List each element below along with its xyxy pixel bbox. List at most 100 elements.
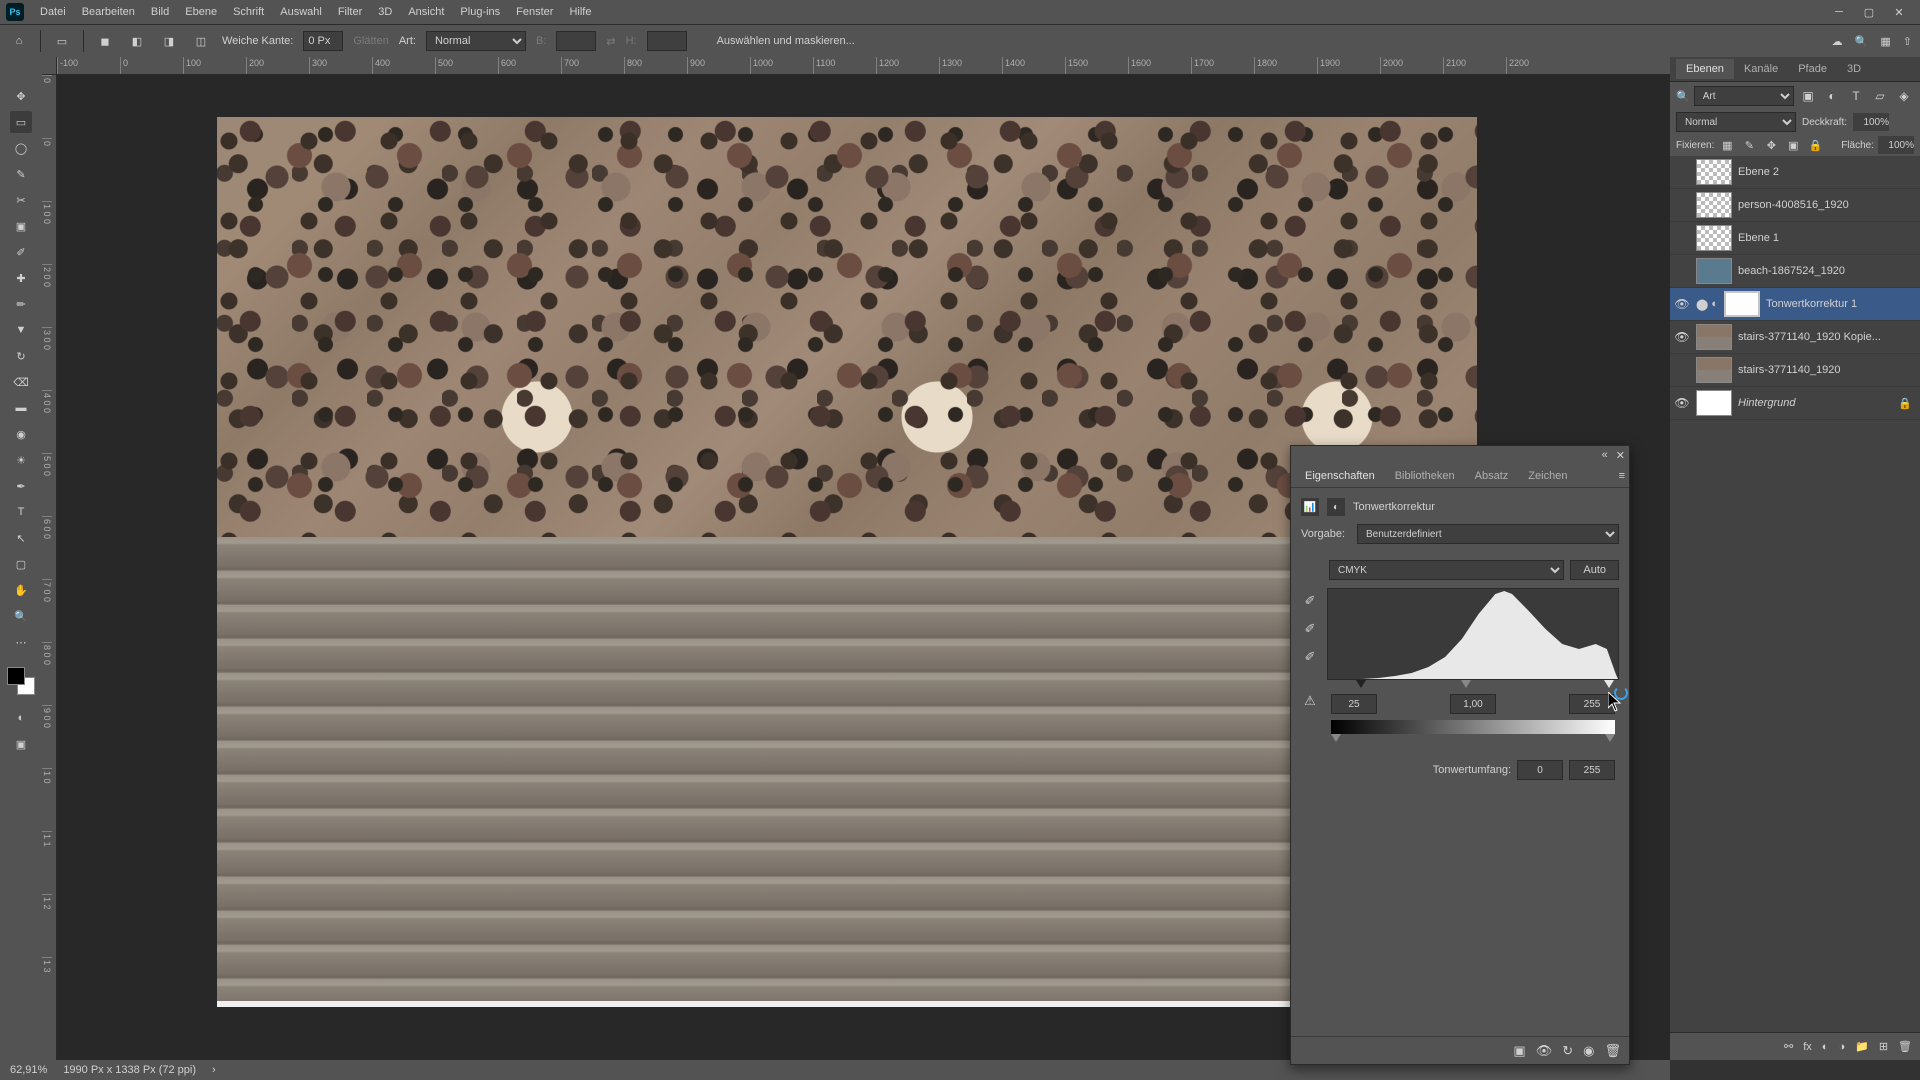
dodge-tool[interactable]: ☀ [10,449,32,471]
close-panel-icon[interactable]: ✕ [1616,449,1625,462]
feather-input[interactable] [303,31,343,51]
collapse-icon[interactable]: « [1602,449,1608,461]
layer-name[interactable]: beach-1867524_1920 [1738,265,1916,277]
marquee-tool-icon[interactable]: ▭ [51,30,73,52]
menu-bearbeiten[interactable]: Bearbeiten [74,6,143,18]
delete-layer-icon[interactable]: 🗑 [1898,1040,1912,1053]
layer-row[interactable]: Ebene 1 [1670,222,1920,255]
eyedropper-tool[interactable]: ✐ [10,241,32,263]
menu-plugins[interactable]: Plug-ins [452,6,508,18]
visibility-toggle[interactable] [1674,230,1690,246]
input-gamma-field[interactable] [1450,694,1496,714]
window-close-icon[interactable]: ✕ [1884,0,1914,24]
tab-absatz[interactable]: Absatz [1465,466,1519,486]
output-black-slider[interactable] [1331,734,1341,742]
frame-tool[interactable]: ▣ [10,215,32,237]
path-select-tool[interactable]: ↖ [10,527,32,549]
tab-eigenschaften[interactable]: Eigenschaften [1295,466,1385,486]
cloud-icon[interactable]: ☁ [1832,35,1843,48]
screenmode-icon[interactable]: ▣ [10,733,32,755]
delete-adjustment-icon[interactable]: 🗑 [1604,1043,1621,1059]
filter-smart-icon[interactable]: ◈ [1894,86,1914,106]
input-black-field[interactable] [1331,694,1377,714]
visibility-toggle[interactable] [1674,362,1690,378]
visibility-toggle[interactable]: 👁 [1674,395,1690,411]
layer-row[interactable]: beach-1867524_1920 [1670,255,1920,288]
layer-row[interactable]: 👁 stairs-3771140_1920 Kopie... [1670,321,1920,354]
layer-mask-icon[interactable]: ◐ [1822,1041,1829,1053]
gradient-tool[interactable]: ▬ [10,397,32,419]
output-black-field[interactable] [1517,760,1563,780]
layer-filter-select[interactable]: Art [1694,86,1794,106]
crop-tool[interactable]: ✂ [10,189,32,211]
layer-thumb[interactable] [1696,225,1732,251]
search-icon[interactable]: 🔍 [1855,35,1869,48]
ruler-vertical[interactable]: 001 0 02 0 03 0 04 0 05 0 06 0 07 0 08 0… [42,75,57,1060]
layer-name[interactable]: Ebene 2 [1738,166,1916,178]
selection-new-icon[interactable]: ◼ [94,30,116,52]
output-white-slider[interactable] [1605,734,1615,742]
input-sliders[interactable] [1327,680,1619,694]
menu-ansicht[interactable]: Ansicht [400,6,452,18]
menu-hilfe[interactable]: Hilfe [561,6,599,18]
preset-select[interactable]: Benutzerdefiniert [1357,524,1619,544]
lock-transparency-icon[interactable]: ▦ [1718,136,1736,154]
filter-shape-icon[interactable]: ▱ [1870,86,1890,106]
black-eyedropper-icon[interactable]: ✐ [1301,592,1319,610]
healing-tool[interactable]: ✚ [10,267,32,289]
pen-tool[interactable]: ✒ [10,475,32,497]
properties-panel[interactable]: « ✕ Eigenschaften Bibliotheken Absatz Ze… [1290,445,1630,1065]
layer-thumb[interactable] [1696,159,1732,185]
layer-name[interactable]: stairs-3771140_1920 Kopie... [1738,331,1916,343]
visibility-toggle[interactable] [1674,164,1690,180]
black-point-slider[interactable] [1356,680,1366,688]
layer-thumb[interactable] [1696,258,1732,284]
input-white-field[interactable] [1569,694,1615,714]
edit-toolbar[interactable]: ⋯ [10,631,32,653]
style-select[interactable]: Normal [426,31,526,51]
tab-zeichen[interactable]: Zeichen [1518,466,1577,486]
move-tool[interactable]: ✥ [10,85,32,107]
selection-subtract-icon[interactable]: ◨ [158,30,180,52]
lock-position-icon[interactable]: ✥ [1762,136,1780,154]
layer-mask-thumb[interactable] [1724,291,1760,317]
visibility-toggle[interactable]: 👁 [1674,296,1690,312]
gray-eyedropper-icon[interactable]: ✐ [1301,620,1319,638]
brush-tool[interactable]: ✏ [10,293,32,315]
marquee-tool[interactable]: ▭ [10,111,32,133]
visibility-toggle[interactable] [1674,197,1690,213]
auto-button[interactable]: Auto [1570,560,1619,580]
menu-auswahl[interactable]: Auswahl [272,6,330,18]
fill-input[interactable] [1878,136,1914,154]
foreground-color[interactable] [7,667,25,685]
layer-row[interactable]: stairs-3771140_1920 [1670,354,1920,387]
mask-adj-icon[interactable]: ◐ [1327,498,1345,516]
doc-info[interactable]: 1990 Px x 1338 Px (72 ppi) [63,1064,196,1076]
visibility-toggle[interactable]: 👁 [1674,329,1690,345]
calc-warn-icon[interactable]: ⚠ [1301,692,1319,710]
filter-adjust-icon[interactable]: ◐ [1822,86,1842,106]
stamp-tool[interactable]: ▼ [10,319,32,341]
quickmask-icon[interactable]: ◐ [10,707,32,729]
workspace-icon[interactable]: ▦ [1880,35,1890,48]
tab-ebenen[interactable]: Ebenen [1676,59,1734,79]
white-eyedropper-icon[interactable]: ✐ [1301,648,1319,666]
selection-add-icon[interactable]: ◧ [126,30,148,52]
layer-style-icon[interactable]: fx [1803,1041,1812,1053]
home-icon[interactable]: ⌂ [8,30,30,52]
info-chevron-icon[interactable]: › [212,1064,216,1076]
select-and-mask-button[interactable]: Auswählen und maskieren... [717,35,855,47]
eraser-tool[interactable]: ⌫ [10,371,32,393]
channel-select[interactable]: CMYK [1329,560,1564,580]
share-icon[interactable]: ⇧ [1903,35,1912,48]
layer-thumb[interactable] [1696,357,1732,383]
layer-thumb[interactable] [1696,324,1732,350]
type-tool[interactable]: T [10,501,32,523]
menu-3d[interactable]: 3D [370,6,400,18]
visibility-toggle[interactable] [1674,263,1690,279]
zoom-readout[interactable]: 62,91% [10,1064,47,1076]
tab-kanaele[interactable]: Kanäle [1734,59,1788,79]
layer-thumb[interactable] [1696,390,1732,416]
tab-pfade[interactable]: Pfade [1788,59,1837,79]
window-maximize-icon[interactable]: ▢ [1854,0,1884,24]
